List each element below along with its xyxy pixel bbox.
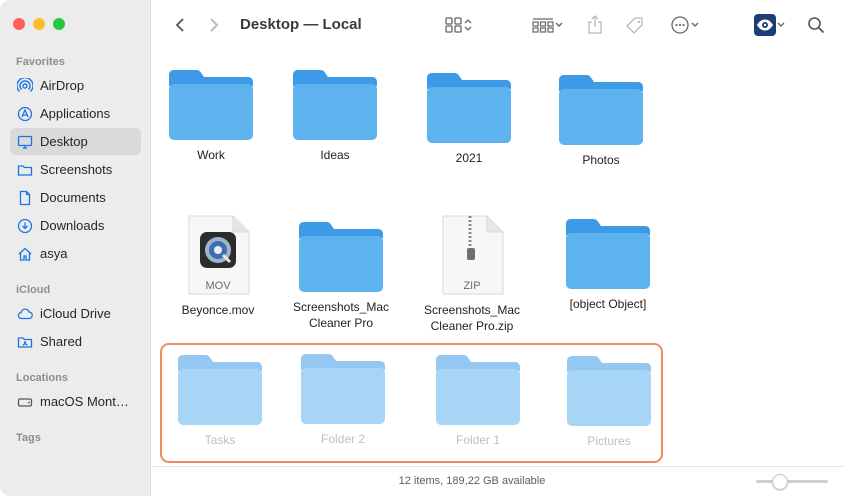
file-label: Work [197, 148, 225, 162]
sidebar-item-shared[interactable]: Shared [10, 328, 141, 355]
file-label: Beyonce.mov [181, 303, 255, 317]
status-bar: 12 items, 189,22 GB available [152, 466, 844, 496]
file-item-photos[interactable]: Photos [546, 72, 656, 168]
action-button[interactable] [666, 15, 704, 35]
sidebar-item-downloads[interactable]: Downloads [10, 212, 141, 239]
minimize-button[interactable] [33, 18, 45, 30]
folder-icon [414, 70, 524, 146]
file-label: [object Object] [569, 297, 647, 311]
home-icon [17, 246, 33, 262]
selection-highlight [160, 343, 663, 463]
tag-button[interactable] [624, 15, 646, 37]
document-icon [17, 190, 33, 206]
quicklook-button[interactable] [752, 14, 788, 36]
sidebar-item-label: Downloads [40, 218, 105, 233]
folder-icon [156, 67, 266, 143]
group-by-icon [532, 17, 554, 33]
window-title: Desktop — Local [240, 16, 362, 33]
zoom-button[interactable] [53, 18, 65, 30]
chevron-updown-icon [463, 17, 473, 33]
file-label: Photos [582, 153, 620, 167]
shared-folder-icon [17, 334, 33, 350]
sidebar-item-desktop[interactable]: Desktop [10, 128, 141, 155]
chevron-right-icon [209, 17, 219, 33]
search-icon [807, 16, 825, 34]
file-item-screenshots-mac-cleaner-pro[interactable]: Screenshots_Mac Cleaner Pro [286, 219, 396, 331]
share-icon [587, 15, 603, 35]
status-text: 12 items, 189,22 GB available [398, 475, 546, 487]
file-item-2021[interactable]: 2021 [414, 70, 524, 166]
sidebar-item-label: Shared [40, 334, 82, 349]
chevron-down-icon [776, 20, 786, 30]
sidebar-item-icloud-drive[interactable]: iCloud Drive [10, 300, 141, 327]
file-label: Ideas [320, 148, 350, 162]
back-button[interactable] [172, 16, 188, 34]
chevron-left-icon [175, 17, 185, 33]
finder-window: Favorites AirDrop Applications Desktop S… [0, 0, 844, 496]
sidebar-item-label: iCloud Drive [40, 306, 111, 321]
share-button[interactable] [585, 13, 605, 37]
section-icloud: iCloud [16, 284, 51, 296]
sidebar-item-label: Applications [40, 106, 111, 121]
traffic-lights [13, 18, 65, 30]
group-button[interactable] [529, 15, 567, 35]
file-item-screenshots-zip[interactable]: ZIP Screenshots_Mac Cleaner Pro.zip [417, 214, 527, 334]
file-item-similar-photos[interactable]: [object Object] [553, 216, 663, 312]
sidebar-item-label: asya [40, 246, 68, 261]
desktop-icon [17, 134, 33, 150]
cloud-icon [17, 306, 33, 322]
file-item-beyonce-mov[interactable]: MOV Beyonce.mov [163, 214, 273, 318]
sidebar-item-label: macOS Mont… [40, 394, 129, 409]
video-file-icon: MOV [163, 214, 273, 298]
more-icon [670, 15, 690, 35]
section-locations: Locations [16, 372, 68, 384]
folder-icon [546, 72, 656, 148]
section-tags: Tags [16, 432, 41, 444]
sidebar-item-home[interactable]: asya [10, 240, 141, 267]
file-item-ideas[interactable]: Ideas [280, 67, 390, 163]
search-button[interactable] [806, 15, 826, 35]
file-label: Screenshots_Mac Cleaner Pro.zip [423, 303, 521, 333]
forward-button[interactable] [206, 16, 222, 34]
sidebar: Favorites AirDrop Applications Desktop S… [0, 0, 151, 496]
folder-icon [553, 216, 663, 292]
sidebar-item-documents[interactable]: Documents [10, 184, 141, 211]
sidebar-item-label: Screenshots [40, 162, 113, 177]
sidebar-item-airdrop[interactable]: AirDrop [10, 72, 141, 99]
file-label: 2021 [455, 151, 483, 165]
icon-size-slider[interactable] [756, 480, 828, 483]
airdrop-icon [17, 77, 33, 94]
close-button[interactable] [13, 18, 25, 30]
file-item-work[interactable]: Work [156, 67, 266, 163]
drive-icon [17, 394, 33, 410]
eye-icon [754, 14, 776, 36]
sidebar-item-applications[interactable]: Applications [10, 100, 141, 127]
download-icon [17, 218, 33, 234]
slider-knob[interactable] [772, 474, 788, 490]
chevron-down-icon [554, 20, 564, 30]
chevron-down-icon [690, 20, 700, 30]
section-favorites: Favorites [16, 56, 65, 68]
tag-icon [625, 16, 645, 36]
svg-text:MOV: MOV [205, 280, 231, 292]
applications-icon [17, 106, 33, 122]
file-label: Screenshots_Mac Cleaner Pro [292, 300, 390, 330]
sidebar-item-label: Desktop [40, 134, 88, 149]
sidebar-item-label: Documents [40, 190, 106, 205]
sidebar-item-label: AirDrop [40, 78, 85, 93]
folder-icon [280, 67, 390, 143]
sidebar-item-macos-drive[interactable]: macOS Mont… [10, 388, 141, 415]
svg-text:ZIP: ZIP [463, 280, 480, 292]
view-mode-button[interactable] [441, 15, 477, 35]
zip-file-icon: ZIP [417, 214, 527, 298]
folder-icon [17, 162, 33, 178]
folder-icon [286, 219, 396, 295]
grid-icon [445, 17, 463, 33]
sidebar-item-screenshots[interactable]: Screenshots [10, 156, 141, 183]
